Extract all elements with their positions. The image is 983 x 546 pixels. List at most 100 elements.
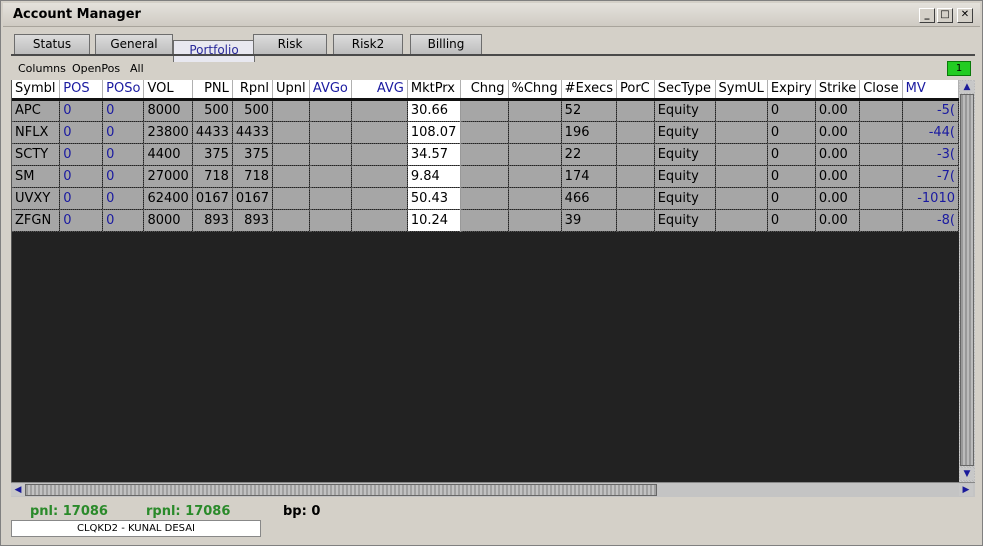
scroll-right-icon[interactable]: ▶ [959,484,973,496]
cell-upnl[interactable] [272,99,310,122]
menu-openpos[interactable]: OpenPos [72,62,120,75]
close-icon[interactable]: ✕ [957,8,973,23]
cell-strike[interactable]: 0.00 [815,143,861,166]
cell-symul[interactable] [715,99,768,122]
cell-vol[interactable]: 4400 [143,143,193,166]
cell-execs[interactable]: 466 [561,187,618,210]
menu-all[interactable]: All [130,62,144,75]
cell-symul[interactable] [715,187,768,210]
col-header-upnl[interactable]: Upnl [272,80,310,101]
cell-symbl[interactable]: UVXY [12,187,61,210]
cell-symul[interactable] [715,121,768,144]
title-bar[interactable]: Account Manager _ □ ✕ [3,3,980,27]
cell-sectype[interactable]: Equity [654,121,716,144]
cell-symbl[interactable]: APC [12,99,61,122]
cell-symul[interactable] [715,165,768,188]
portfolio-grid[interactable]: Symbl POS POSo VOL PNL Rpnl Upnl AVGo AV… [11,80,959,482]
col-header-pctchng[interactable]: %Chng [508,80,562,101]
cell-porc[interactable] [616,121,655,144]
cell-close[interactable] [859,121,903,144]
cell-close[interactable] [859,209,903,232]
cell-mv[interactable]: -3( [902,143,959,166]
vertical-scrollbar[interactable]: ▲ ▼ [959,80,975,482]
table-row[interactable]: APC 0 0 8000 500 500 30.66 52 Equity 0 0.00 -5( [12,99,959,122]
cell-vol[interactable]: 8000 [143,99,193,122]
cell-symul[interactable] [715,209,768,232]
cell-avgo[interactable] [309,99,352,122]
cell-expiry[interactable]: 0 [767,121,816,144]
cell-mv[interactable]: -1010 [902,187,959,210]
cell-sectype[interactable]: Equity [654,187,716,210]
col-header-avgo[interactable]: AVGo [309,80,352,101]
cell-avg[interactable] [351,143,408,166]
cell-execs[interactable]: 39 [561,209,618,232]
cell-porc[interactable] [616,165,655,188]
col-header-poso[interactable]: POSo [102,80,145,101]
cell-avgo[interactable] [309,165,352,188]
cell-upnl[interactable] [272,121,310,144]
tab-risk[interactable]: Risk [253,34,327,54]
cell-upnl[interactable] [272,187,310,210]
cell-symbl[interactable]: NFLX [12,121,61,144]
cell-pos[interactable]: 0 [59,143,104,166]
col-header-mktprx[interactable]: MktPrx [407,80,461,101]
cell-expiry[interactable]: 0 [767,99,816,122]
cell-avgo[interactable] [309,187,352,210]
cell-pnl[interactable]: 4433 [192,121,233,144]
col-header-pos[interactable]: POS [59,80,104,101]
cell-pos[interactable]: 0 [59,121,104,144]
cell-pos[interactable]: 0 [59,209,104,232]
cell-porc[interactable] [616,99,655,122]
cell-chng[interactable] [460,121,509,144]
cell-upnl[interactable] [272,143,310,166]
cell-porc[interactable] [616,187,655,210]
cell-pctchng[interactable] [508,187,562,210]
col-header-close[interactable]: Close [859,80,903,101]
col-header-symbl[interactable]: Symbl [12,80,61,101]
col-header-rpnl[interactable]: Rpnl [232,80,274,101]
cell-pctchng[interactable] [508,143,562,166]
tab-billing[interactable]: Billing [410,34,482,54]
cell-rpnl[interactable]: 375 [232,143,274,166]
cell-expiry[interactable]: 0 [767,187,816,210]
cell-rpnl[interactable]: 718 [232,165,274,188]
cell-vol[interactable]: 27000 [143,165,193,188]
cell-execs[interactable]: 174 [561,165,618,188]
cell-avgo[interactable] [309,121,352,144]
cell-mktprx[interactable]: 50.43 [407,187,461,210]
cell-avg[interactable] [351,209,408,232]
cell-symul[interactable] [715,143,768,166]
tab-risk2[interactable]: Risk2 [333,34,403,54]
col-header-vol[interactable]: VOL [143,80,193,101]
cell-expiry[interactable]: 0 [767,165,816,188]
horizontal-scroll-thumb[interactable] [25,484,657,496]
cell-pctchng[interactable] [508,121,562,144]
cell-sectype[interactable]: Equity [654,165,716,188]
cell-vol[interactable]: 8000 [143,209,193,232]
cell-pnl[interactable]: 718 [192,165,233,188]
cell-mktprx[interactable]: 30.66 [407,99,461,122]
col-header-sectype[interactable]: SecType [654,80,716,101]
cell-strike[interactable]: 0.00 [815,99,861,122]
cell-sectype[interactable]: Equity [654,143,716,166]
cell-strike[interactable]: 0.00 [815,121,861,144]
cell-avg[interactable] [351,165,408,188]
cell-pnl[interactable]: 375 [192,143,233,166]
cell-pnl[interactable]: 893 [192,209,233,232]
cell-poso[interactable]: 0 [102,121,145,144]
maximize-icon[interactable]: □ [937,8,953,23]
cell-pnl[interactable]: 0167 [192,187,233,210]
horizontal-scrollbar[interactable]: ◀ ▶ [11,482,975,497]
cell-upnl[interactable] [272,209,310,232]
cell-porc[interactable] [616,143,655,166]
cell-vol[interactable]: 62400 [143,187,193,210]
col-header-strike[interactable]: Strike [815,80,861,101]
tab-status[interactable]: Status [14,34,90,54]
cell-pos[interactable]: 0 [59,165,104,188]
cell-avgo[interactable] [309,209,352,232]
minimize-icon[interactable]: _ [919,8,935,23]
col-header-chng[interactable]: Chng [460,80,509,101]
cell-close[interactable] [859,99,903,122]
cell-rpnl[interactable]: 4433 [232,121,274,144]
cell-expiry[interactable]: 0 [767,209,816,232]
